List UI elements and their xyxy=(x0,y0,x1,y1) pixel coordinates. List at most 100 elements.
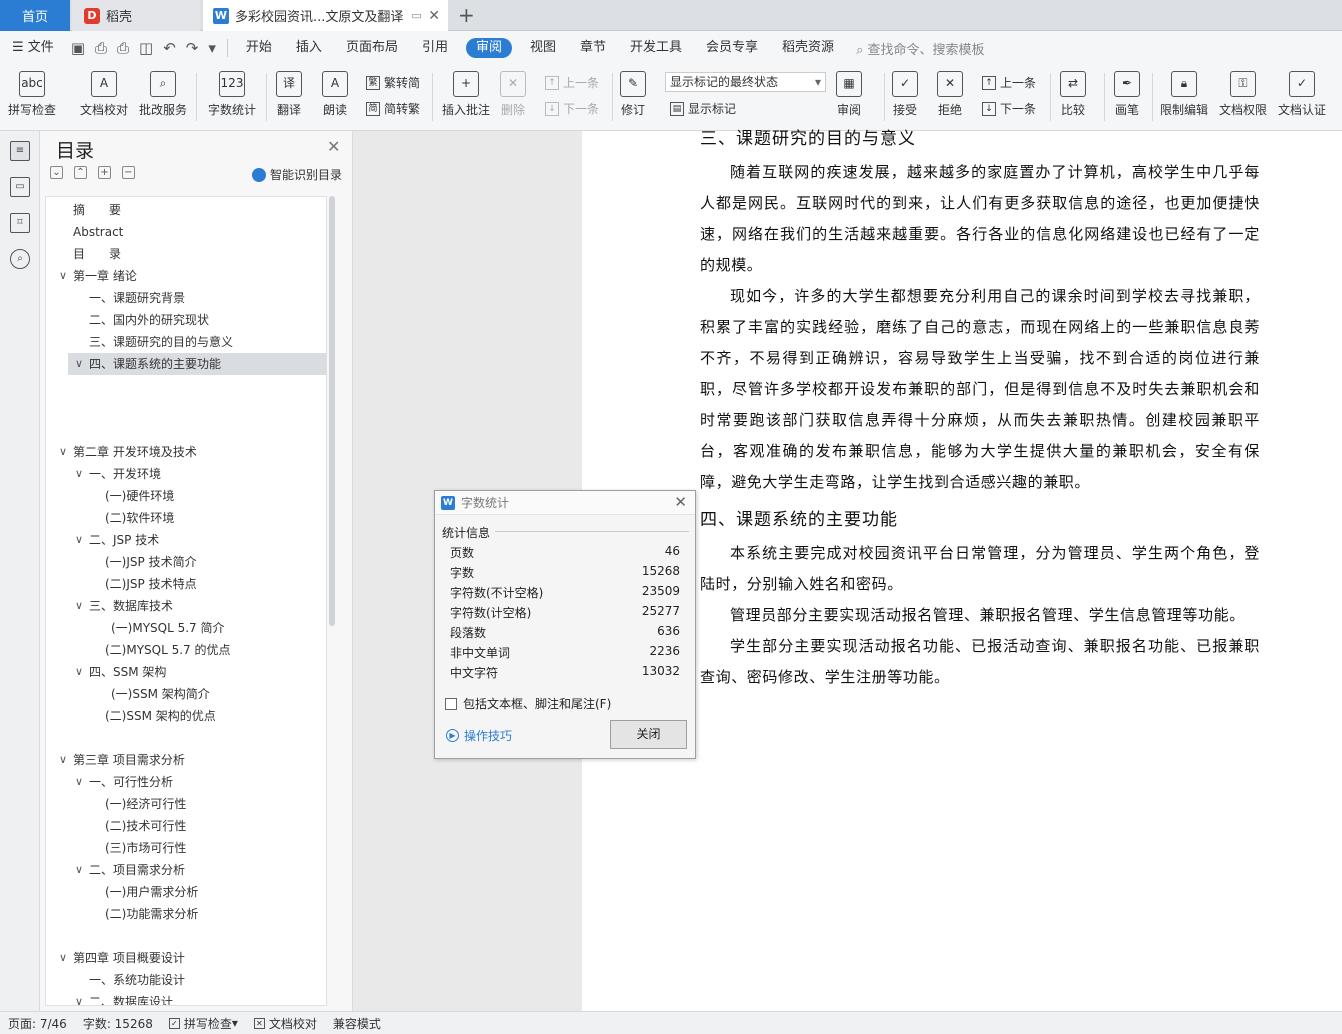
toc-item[interactable]: (一)SSM 架构简介 xyxy=(46,683,326,705)
document-page[interactable]: 三、课题研究的目的与意义 随着互联网的疾速发展，越来越多的家庭置办了计算机，高校… xyxy=(582,129,1342,1011)
compare-button[interactable]: ⇄ 比较 xyxy=(1060,71,1086,118)
word-count-indicator[interactable]: 字数: 15268 xyxy=(75,1015,161,1032)
restrict-edit-button[interactable]: 🔒︎ 限制编辑 xyxy=(1160,71,1208,118)
toc-item[interactable]: (二)软件环境 xyxy=(46,507,326,529)
tab-home[interactable]: 首页 xyxy=(0,0,70,31)
tips-link[interactable]: ▶ 操作技巧 xyxy=(446,727,512,744)
toc-item[interactable]: ∨ 四、课题系统的主要功能 xyxy=(68,353,326,375)
doc-permission-button[interactable]: ⚿ 文档权限 xyxy=(1219,71,1267,118)
toc-item[interactable]: 二、国内外的研究现状 xyxy=(46,309,326,331)
minus-icon[interactable]: − xyxy=(122,166,135,179)
plus-icon[interactable]: + xyxy=(98,166,111,179)
tab-document[interactable]: W 多彩校园资讯...文原文及翻译 ▭ ✕ xyxy=(203,0,448,31)
insert-comment-button[interactable]: + 插入批注 xyxy=(442,71,490,118)
toc-item[interactable]: ∨ 二、项目需求分析 xyxy=(46,859,326,881)
toc-item[interactable]: ∨ 第四章 项目概要设计 xyxy=(46,947,326,969)
toc-item[interactable]: ∨ 一、开发环境 xyxy=(46,463,326,485)
preview-icon[interactable]: ◫ xyxy=(134,39,158,57)
toc-item[interactable]: Abstract xyxy=(46,221,326,243)
new-tab-button[interactable]: + xyxy=(458,3,475,27)
close-tab-icon[interactable]: ✕ xyxy=(428,8,440,24)
toc-item[interactable]: ∨ 四、SSM 架构 xyxy=(46,661,326,683)
tab-daoke[interactable]: D 稻壳 xyxy=(72,0,200,31)
chevron-down-icon[interactable]: ∨ xyxy=(75,771,83,793)
redo-icon[interactable]: ↷ xyxy=(181,39,204,57)
chevron-down-icon[interactable]: ∨ xyxy=(75,463,83,485)
prev-change-button[interactable]: ↑ 上一条 xyxy=(982,74,1036,91)
chevron-down-icon[interactable]: ∨ xyxy=(59,947,67,969)
chevron-down-icon[interactable]: ∨ xyxy=(75,595,83,617)
chapter-nav-icon[interactable]: ▭ xyxy=(10,177,30,197)
chevron-down-icon[interactable]: ∨ xyxy=(59,749,67,771)
chevron-down-icon[interactable]: ∨ xyxy=(75,991,83,1005)
menu-dev-tools[interactable]: 开发工具 xyxy=(618,31,694,65)
to-traditional-button[interactable]: 繁繁转简 xyxy=(366,74,420,91)
revise-button[interactable]: ✎ 修订 xyxy=(620,71,646,118)
read-aloud-button[interactable]: A 朗读 xyxy=(322,71,348,118)
page-indicator[interactable]: 页面: 7/46 xyxy=(0,1015,75,1032)
monitor-icon[interactable]: ▭ xyxy=(411,9,421,22)
toc-item[interactable]: (二)MYSQL 5.7 的优点 xyxy=(46,639,326,661)
doc-proof-button[interactable]: A 文档校对 xyxy=(80,71,128,118)
menu-daoke-resources[interactable]: 稻壳资源 xyxy=(770,31,846,65)
toc-item[interactable]: 一、课题研究背景 xyxy=(46,287,326,309)
dialog-titlebar[interactable]: W 字数统计 xyxy=(435,491,695,515)
to-simplified-button[interactable]: 简简转繁 xyxy=(366,100,420,117)
expand-all-icon[interactable]: ⌄ xyxy=(50,166,63,179)
menu-review[interactable]: 审阅 xyxy=(465,38,512,58)
collapse-all-icon[interactable]: ⌃ xyxy=(74,166,87,179)
toc-item[interactable]: ∨ 第一章 绪论 xyxy=(46,265,326,287)
toc-item[interactable]: 一、系统功能设计 xyxy=(46,969,326,991)
review-pane-button[interactable]: ▦ 审阅 xyxy=(836,71,862,118)
save-icon[interactable]: ▣ xyxy=(66,39,90,57)
toc-item[interactable]: (三)市场可行性 xyxy=(46,837,326,859)
toc-item[interactable]: (二)功能需求分析 xyxy=(46,903,326,925)
toc-item[interactable]: ∨ 第二章 开发环境及技术 xyxy=(46,441,326,463)
chevron-down-icon[interactable]: ∨ xyxy=(59,265,67,287)
toc-scrollbar[interactable] xyxy=(329,196,335,626)
markup-state-select[interactable]: 显示标记的最终状态 xyxy=(665,72,826,92)
toc-item[interactable]: (一)经济可行性 xyxy=(46,793,326,815)
file-menu[interactable]: ☰ 文件 xyxy=(0,31,66,65)
menu-reference[interactable]: 引用 xyxy=(410,31,460,65)
menu-view[interactable]: 视图 xyxy=(518,31,568,65)
toc-item[interactable]: 三、课题研究的目的与意义 xyxy=(46,331,326,353)
menu-chapter[interactable]: 章节 xyxy=(568,31,618,65)
chevron-down-icon[interactable]: ∨ xyxy=(75,859,83,881)
accept-button[interactable]: ✓ 接受 xyxy=(892,71,918,118)
toc-item[interactable]: 目 录 xyxy=(46,243,326,265)
customize-chevron-icon[interactable]: ▾ xyxy=(203,39,221,57)
close-icon[interactable]: ✕ xyxy=(327,137,340,156)
toc-item[interactable]: (一)硬件环境 xyxy=(46,485,326,507)
menu-insert[interactable]: 插入 xyxy=(284,31,334,65)
undo-icon[interactable]: ↶ xyxy=(158,39,181,57)
toc-item[interactable]: (一)用户需求分析 xyxy=(46,881,326,903)
toc-item[interactable]: ∨ 二、数据库设计 xyxy=(46,991,326,1005)
delete-comment-button[interactable]: ✕ 删除 xyxy=(500,71,526,118)
doc-proof-status[interactable]: ✕ 文档校对 xyxy=(246,1015,325,1032)
toc-item[interactable]: (二)技术可行性 xyxy=(46,815,326,837)
document-body[interactable]: 三、课题研究的目的与意义 随着互联网的疾速发展，越来越多的家庭置办了计算机，高校… xyxy=(700,121,1260,693)
translate-button[interactable]: 译翻译 xyxy=(276,71,302,118)
close-button[interactable]: 关闭 xyxy=(610,720,687,749)
chevron-down-icon[interactable]: ∨ xyxy=(75,661,83,683)
spell-check-button[interactable]: abc 拼写检查 xyxy=(8,71,56,118)
prev-comment-button[interactable]: ↑ 上一条 xyxy=(545,74,599,91)
print-icon[interactable]: ⎙ xyxy=(112,39,134,57)
show-markup-button[interactable]: ▤ 显示标记 xyxy=(670,100,736,117)
next-change-button[interactable]: ↓ 下一条 xyxy=(982,100,1036,117)
chevron-down-icon[interactable]: ∨ xyxy=(75,529,83,551)
command-search[interactable]: ⌕ 查找命令、搜索模板 xyxy=(856,39,984,58)
chevron-down-icon[interactable]: ∨ xyxy=(59,441,67,463)
ink-button[interactable]: ✒ 画笔 xyxy=(1114,71,1140,118)
chevron-down-icon[interactable]: ∨ xyxy=(75,353,83,375)
toc-item[interactable]: (二)SSM 架构的优点 xyxy=(46,705,326,727)
bookmark-icon[interactable]: ⌑ xyxy=(10,213,30,233)
toc-item[interactable]: ∨ 二、JSP 技术 xyxy=(46,529,326,551)
toc-item[interactable]: ∨ 三、数据库技术 xyxy=(46,595,326,617)
reject-button[interactable]: ✕ 拒绝 xyxy=(937,71,963,118)
include-textbox-checkbox[interactable]: 包括文本框、脚注和尾注(F) xyxy=(445,695,611,712)
spell-check-status[interactable]: ✓ 拼写检查 ▾ xyxy=(161,1015,246,1032)
word-count-button[interactable]: 123 字数统计 xyxy=(208,71,256,118)
toc-panel-icon[interactable]: ≡ xyxy=(10,141,30,161)
